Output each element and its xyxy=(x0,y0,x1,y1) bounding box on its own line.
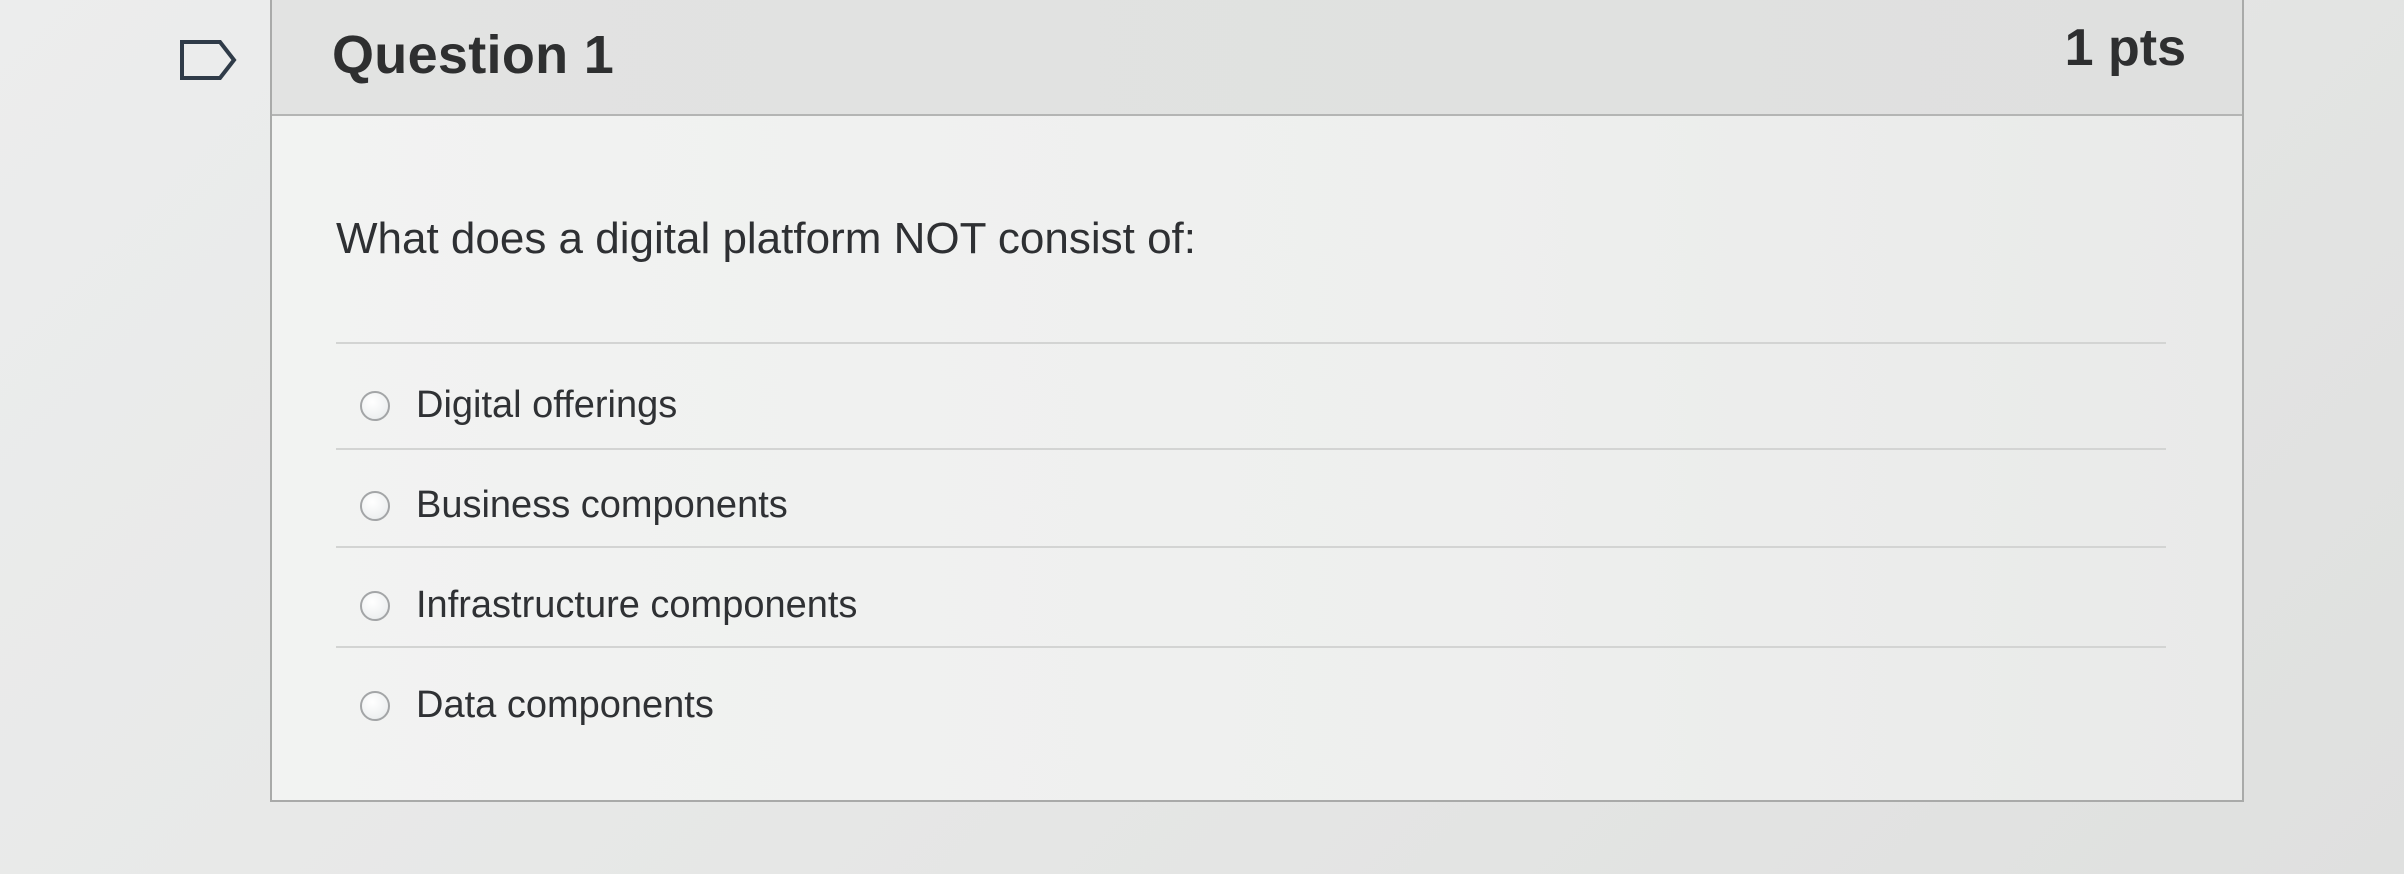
radio-button[interactable] xyxy=(360,490,390,521)
question-header: Question 1 1 pts xyxy=(272,0,2242,116)
answer-label: Digital offerings xyxy=(416,384,678,426)
answer-label: Data components xyxy=(416,684,714,726)
answer-divider xyxy=(336,646,2166,648)
answer-option-digital-offerings[interactable]: Digital offerings xyxy=(360,384,677,427)
answer-label: Business components xyxy=(416,484,788,526)
radio-button[interactable] xyxy=(360,590,390,621)
question-points: 1 pts xyxy=(2064,19,2186,77)
answer-label: Infrastructure components xyxy=(416,584,858,626)
answer-option-infrastructure-components[interactable]: Infrastructure components xyxy=(360,584,857,627)
quiz-page: Question 1 1 pts What does a digital pla… xyxy=(0,0,2404,874)
question-title: Question 1 xyxy=(332,25,615,85)
flag-question-icon[interactable] xyxy=(178,38,240,82)
answer-divider xyxy=(336,448,2166,450)
question-card: Question 1 1 pts What does a digital pla… xyxy=(270,0,2244,802)
question-text: What does a digital platform NOT consist… xyxy=(336,214,1196,263)
answer-divider xyxy=(336,546,2166,548)
question-divider xyxy=(336,342,2166,344)
answer-option-business-components[interactable]: Business components xyxy=(360,484,788,527)
answer-option-data-components[interactable]: Data components xyxy=(360,684,714,727)
radio-button[interactable] xyxy=(360,690,390,721)
radio-button[interactable] xyxy=(360,390,390,421)
